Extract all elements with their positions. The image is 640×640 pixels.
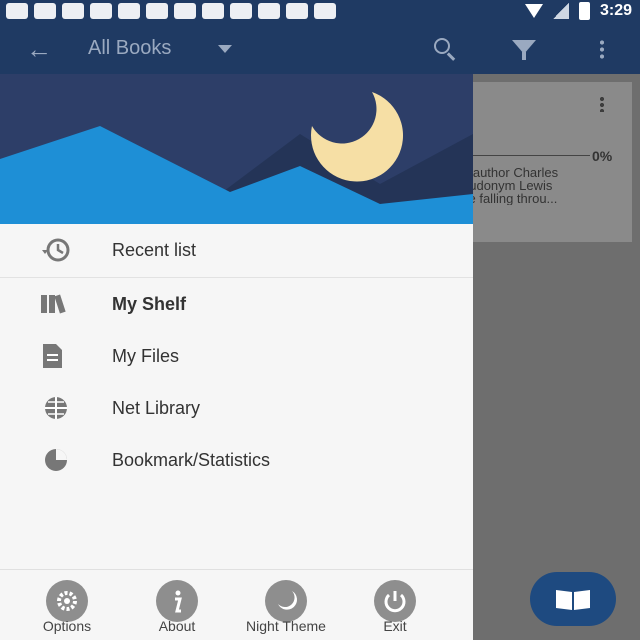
signal-icon xyxy=(552,3,569,19)
about-button[interactable]: About xyxy=(132,580,222,640)
menu-label: My Shelf xyxy=(112,294,187,314)
options-label: Options xyxy=(42,618,92,634)
app-bar: ← All Books xyxy=(0,24,640,74)
library-selector[interactable]: All Books xyxy=(88,37,171,60)
pie-chart-icon xyxy=(45,449,67,471)
history-icon xyxy=(42,238,70,262)
night-theme-label: Night Theme xyxy=(246,618,326,634)
shelf-icon xyxy=(41,294,66,314)
dots-icon xyxy=(6,3,28,19)
progress-percent: 0% xyxy=(592,148,613,164)
search-icon[interactable] xyxy=(434,38,450,54)
battery-icon xyxy=(578,2,590,20)
gear-icon xyxy=(46,580,88,622)
wifi-icon xyxy=(524,4,543,18)
cat-icon xyxy=(146,3,168,19)
footer-divider xyxy=(0,569,473,570)
ghost-icon xyxy=(90,3,112,19)
more-vert-icon[interactable] xyxy=(600,39,604,59)
menu-label: Bookmark/Statistics xyxy=(112,450,271,470)
progress-bar xyxy=(470,155,590,156)
menu-label: Recent list xyxy=(112,240,197,260)
book-icon xyxy=(556,590,590,610)
menu-item-my-files[interactable]: My Files xyxy=(0,330,473,382)
system-icons: 3:29 xyxy=(524,2,632,20)
night-theme-button[interactable]: Night Theme xyxy=(241,580,331,640)
arrow-left-icon[interactable]: ← xyxy=(26,34,52,65)
options-button[interactable]: Options xyxy=(22,580,112,640)
moon-icon xyxy=(265,580,307,622)
shop-icon xyxy=(118,3,140,19)
notification-icons xyxy=(6,3,336,19)
more-vert-icon[interactable] xyxy=(600,96,604,112)
about-label: About xyxy=(158,618,196,634)
navigation-drawer: Recent list My Shelf My Files Net Librar… xyxy=(0,74,473,640)
linkedin-icon xyxy=(174,3,196,19)
drawer-header-illustration xyxy=(0,74,473,224)
status-time: 3:29 xyxy=(599,2,632,19)
chevron-down-icon[interactable] xyxy=(218,45,232,53)
globe-icon xyxy=(45,397,67,419)
menu-item-bookmark-statistics[interactable]: Bookmark/Statistics xyxy=(0,434,473,486)
exit-label: Exit xyxy=(383,618,407,634)
facebook-icon xyxy=(202,3,224,19)
pinterest-icon xyxy=(286,3,308,19)
file-icon xyxy=(43,344,62,368)
menu-item-net-library[interactable]: Net Library xyxy=(0,382,473,434)
exit-button[interactable]: Exit xyxy=(350,580,440,640)
book-description: n author Charles eudonym Lewis ce fallin… xyxy=(462,166,559,205)
facebook-icon xyxy=(34,3,56,19)
esc-icon xyxy=(258,3,280,19)
cat-icon xyxy=(230,3,252,19)
status-bar: 3:29 xyxy=(0,0,640,24)
cat-icon xyxy=(314,3,336,19)
menu-label: My Files xyxy=(112,346,179,366)
info-icon xyxy=(156,580,198,622)
menu-item-my-shelf[interactable]: My Shelf xyxy=(0,278,473,330)
menu-item-recent-list[interactable]: Recent list xyxy=(0,224,473,276)
filter-icon[interactable] xyxy=(512,40,536,60)
power-icon xyxy=(374,580,416,622)
menu-label: Net Library xyxy=(112,398,201,418)
b-icon xyxy=(62,3,84,19)
